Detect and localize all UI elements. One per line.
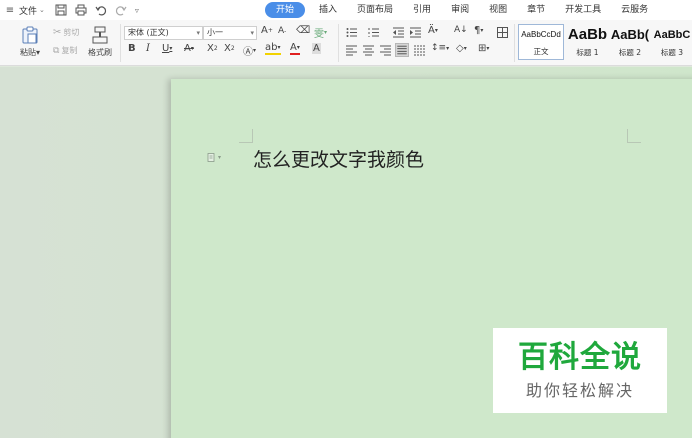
format-painter-label: 格式刷: [88, 48, 112, 57]
style-sample: AaBbCcDd: [521, 30, 561, 39]
tab-page-layout[interactable]: 页面布局: [351, 2, 399, 18]
bold-icon[interactable]: B: [128, 43, 136, 54]
character-shading-icon[interactable]: A: [312, 43, 321, 54]
format-painter-icon: [92, 26, 108, 44]
increase-indent-icon[interactable]: [410, 27, 421, 38]
numbered-list-icon[interactable]: [368, 27, 379, 38]
text-effect-icon[interactable]: Ⓐ ▾: [243, 43, 256, 58]
redo-icon[interactable]: [115, 4, 127, 16]
sort-icon[interactable]: A↓: [454, 25, 468, 35]
chevron-down-icon: ▾: [218, 154, 222, 161]
scissors-icon: ✂: [53, 27, 62, 38]
format-painter-button[interactable]: 格式刷: [88, 26, 112, 58]
document-icon: [207, 153, 215, 162]
align-right-icon[interactable]: [380, 45, 391, 56]
font-size-value: 小一: [207, 28, 223, 37]
tab-insert[interactable]: 插入: [313, 2, 343, 18]
tab-cloud-service[interactable]: 云服务: [615, 2, 654, 18]
border-icon[interactable]: ⊞ ▾: [478, 43, 489, 54]
divider: [338, 24, 339, 62]
bullet-list-icon[interactable]: [346, 27, 357, 38]
shading-icon[interactable]: ◇ ▾: [456, 43, 467, 54]
file-menu[interactable]: 文件: [19, 4, 37, 17]
paste-label: 粘贴: [20, 48, 36, 57]
tab-references[interactable]: 引用: [407, 2, 437, 18]
tab-review[interactable]: 审阅: [445, 2, 475, 18]
font-color-icon[interactable]: A ▾: [290, 43, 300, 55]
style-heading-1[interactable]: AaBb 标题 1: [566, 24, 609, 60]
chevron-down-icon[interactable]: ⌄: [39, 6, 45, 14]
align-center-icon[interactable]: [363, 45, 374, 56]
copy-label: 复制: [61, 46, 78, 55]
margin-corner-mark: [627, 129, 641, 143]
style-sample: AaBb: [567, 26, 608, 43]
tab-home[interactable]: 开始: [265, 2, 306, 18]
watermark-title: 百科全说: [518, 339, 642, 375]
clipboard-icon: [22, 26, 38, 44]
watermark-logo: 百科全说 助你轻松解决: [493, 328, 667, 413]
style-name: 标题 1: [576, 48, 599, 57]
divider: [120, 24, 121, 62]
align-left-icon[interactable]: [346, 45, 357, 56]
style-sample: AaBb(: [610, 27, 650, 42]
document-text[interactable]: 怎么更改文字我颜色: [253, 145, 424, 172]
margin-corner-mark: [239, 129, 253, 143]
chevron-down-icon: ▾: [250, 29, 254, 37]
customize-quick-access-icon[interactable]: ▿: [135, 6, 139, 15]
italic-icon[interactable]: I: [146, 43, 150, 54]
table-icon[interactable]: [497, 27, 508, 38]
chevron-down-icon: ▾: [196, 29, 200, 37]
style-sample: AaBbC: [653, 29, 691, 41]
justify-icon[interactable]: [395, 43, 409, 57]
copy-button[interactable]: ⧉ 复制: [53, 45, 77, 56]
style-name: 正文: [533, 47, 549, 56]
phonetic-guide-icon[interactable]: 雯 ▾: [314, 25, 327, 40]
print-icon[interactable]: [75, 4, 87, 16]
undo-icon[interactable]: [95, 4, 107, 16]
ribbon-tabs: 开始 插入 页面布局 引用 审阅 视图 章节 开发工具 云服务: [265, 2, 654, 18]
paste-button[interactable]: 粘贴▾: [20, 26, 40, 58]
subscript-icon[interactable]: X2: [224, 43, 235, 54]
chinese-layout-icon[interactable]: Ä ▾: [428, 25, 438, 36]
style-name: 标题 2: [618, 48, 642, 57]
distributed-align-icon[interactable]: [414, 45, 425, 56]
font-name-select[interactable]: 宋体 (正文) ▾: [124, 26, 203, 40]
style-name: 标题 3: [660, 48, 684, 57]
clear-format-icon[interactable]: ⌫: [296, 25, 310, 36]
shrink-font-icon[interactable]: A-: [278, 26, 286, 36]
menu-bar: ≡ 文件 ⌄ ▿ 开始 插入 页面布局 引用 审阅 视图 章节 开发工具 云服务: [0, 0, 692, 20]
font-name-value: 宋体 (正文): [128, 28, 169, 37]
strikethrough-icon[interactable]: A ▾: [184, 43, 194, 54]
cut-button[interactable]: ✂ 剪切: [53, 27, 79, 38]
font-size-select[interactable]: 小一 ▾: [203, 26, 257, 40]
ribbon-toolbar: 粘贴▾ ✂ 剪切 ⧉ 复制 格式刷 宋体 (正文) ▾ 小一 ▾ A + A- ⌫…: [0, 20, 692, 66]
style-normal[interactable]: AaBbCcDd 正文: [518, 24, 564, 60]
save-icon[interactable]: [55, 4, 67, 16]
show-marks-icon[interactable]: ¶ ▾: [474, 25, 483, 36]
hamburger-icon[interactable]: ≡: [3, 3, 17, 17]
style-heading-3[interactable]: AaBbC 标题 3: [652, 24, 692, 60]
divider: [514, 24, 515, 62]
highlight-icon[interactable]: ab ▾: [265, 43, 281, 55]
tab-developer[interactable]: 开发工具: [559, 2, 607, 18]
tab-view[interactable]: 视图: [483, 2, 513, 18]
watermark-subtitle: 助你轻松解决: [525, 380, 634, 400]
underline-icon[interactable]: U ▾: [162, 43, 172, 54]
tab-chapter[interactable]: 章节: [521, 2, 551, 18]
line-spacing-icon[interactable]: ↕≡ ▾: [431, 43, 449, 53]
decrease-indent-icon[interactable]: [393, 27, 404, 38]
paragraph-handle[interactable]: ▾: [207, 153, 221, 162]
grow-font-icon[interactable]: A +: [261, 25, 273, 36]
copy-icon: ⧉: [53, 45, 60, 56]
superscript-icon[interactable]: X2: [207, 43, 218, 54]
chevron-down-icon: ▾: [36, 48, 41, 57]
style-heading-2[interactable]: AaBb( 标题 2: [609, 24, 651, 60]
cut-label: 剪切: [63, 28, 80, 37]
